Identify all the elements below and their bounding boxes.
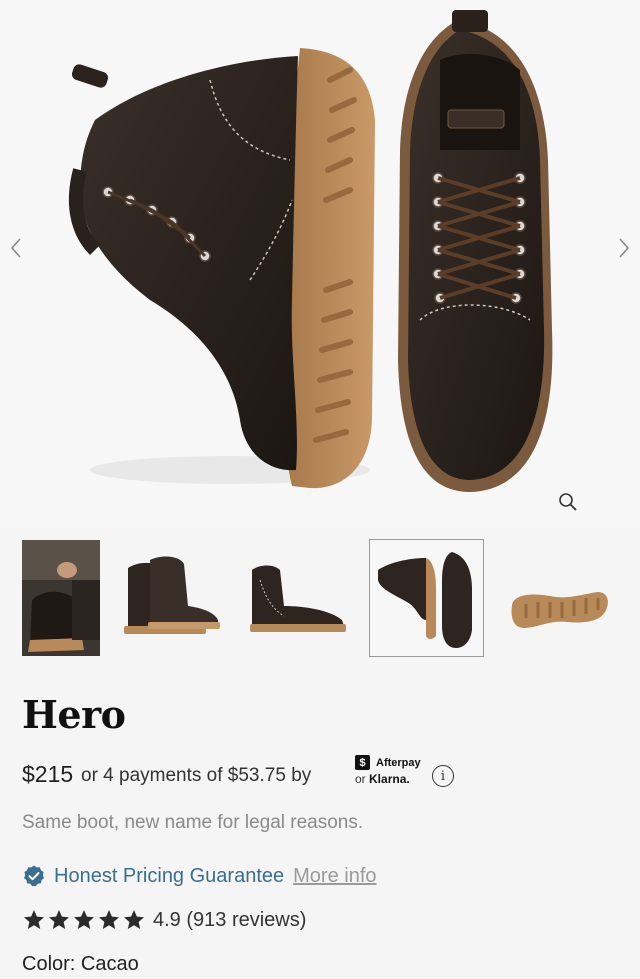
thumbnail-lifestyle-image — [22, 540, 100, 656]
thumbnail-sole-image — [498, 540, 616, 656]
star-rating — [22, 908, 147, 932]
product-title: Hero — [22, 692, 126, 737]
thumbnail-top-image — [370, 540, 483, 656]
afterpay-logo: $ Afterpay — [355, 755, 421, 770]
thumbnail-3[interactable] — [240, 540, 352, 656]
star-icon — [124, 910, 144, 929]
afterpay-icon: $ — [355, 755, 370, 770]
star-icon — [24, 910, 44, 929]
color-label: Color: Cacao — [22, 953, 139, 975]
thumbnail-5[interactable] — [498, 540, 616, 656]
klarna-logo: or Klarna. — [355, 772, 410, 786]
klarna-label: Klarna. — [369, 772, 410, 786]
chevron-left-icon — [10, 238, 21, 258]
thumbnail-2[interactable] — [110, 540, 224, 656]
star-icon — [99, 910, 119, 929]
product-tagline: Same boot, new name for legal reasons. — [22, 812, 364, 833]
installments-text: or 4 payments of $53.75 by — [81, 765, 312, 786]
price-row: $215 or 4 payments of $53.75 by $ Afterp… — [22, 755, 622, 795]
thumbnail-strip — [0, 539, 640, 658]
thumbnail-1[interactable] — [22, 540, 100, 656]
klarna-prefix: or — [355, 772, 366, 786]
previous-image-button[interactable] — [4, 232, 28, 264]
thumbnail-4[interactable] — [369, 539, 484, 657]
product-image-gallery[interactable] — [0, 0, 640, 528]
thumbnail-pair-image — [110, 540, 224, 656]
more-info-link[interactable]: More info — [293, 865, 376, 888]
afterpay-label: Afterpay — [376, 756, 421, 769]
thumbnail-side-image — [240, 540, 352, 656]
main-product-image — [68, 10, 553, 492]
star-icon — [74, 910, 94, 929]
chevron-right-icon — [619, 238, 630, 258]
product-price: $215 — [22, 761, 74, 787]
pricing-guarantee: Honest Pricing Guarantee More info — [22, 862, 377, 890]
magnifier-icon — [559, 493, 577, 511]
info-icon[interactable]: i — [432, 765, 454, 787]
guarantee-label: Honest Pricing Guarantee — [54, 864, 285, 887]
rating-row[interactable]: 4.9 (913 reviews) — [22, 908, 306, 932]
rating-summary[interactable]: 4.9 (913 reviews) — [153, 909, 306, 932]
next-image-button[interactable] — [612, 232, 636, 264]
star-icon — [49, 910, 69, 929]
payment-providers: $ Afterpay or Klarna. — [355, 755, 429, 789]
zoom-button[interactable] — [556, 490, 580, 514]
verified-badge-icon — [24, 865, 44, 887]
